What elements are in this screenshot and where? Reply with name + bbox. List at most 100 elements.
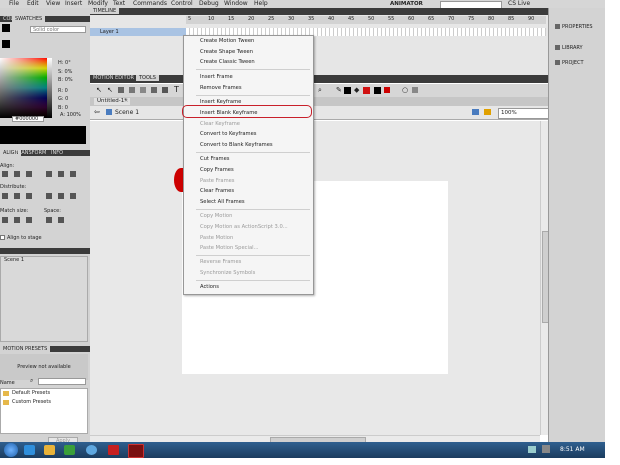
- swap-colors-icon[interactable]: [384, 87, 390, 93]
- tab-tools[interactable]: TOOLS: [136, 75, 159, 81]
- layer-name[interactable]: Layer 1: [100, 29, 119, 35]
- edit-symbols-icon[interactable]: [484, 109, 491, 115]
- saturation-value[interactable]: S: 0%: [58, 68, 73, 77]
- workspace-switcher[interactable]: ANIMATOR: [390, 0, 423, 8]
- tab-transform[interactable]: TRANSFORM: [12, 150, 49, 156]
- flash-icon[interactable]: [128, 444, 144, 458]
- tab-timeline[interactable]: TIMELINE: [90, 8, 120, 14]
- menu-item-insert-frame[interactable]: Insert Frame: [200, 74, 233, 81]
- menu-item-remove-frames[interactable]: Remove Frames: [200, 85, 242, 92]
- brightness-slider[interactable]: [47, 58, 52, 118]
- align-right-icon[interactable]: [26, 171, 32, 177]
- cs-live-button[interactable]: CS Live: [508, 0, 530, 8]
- clock[interactable]: 8:51 AM: [560, 444, 585, 456]
- menu-item-convert-to-blank-keyframes[interactable]: Convert to Blank Keyframes: [200, 142, 273, 149]
- align-bottom-icon[interactable]: [70, 171, 76, 177]
- library-button[interactable]: LIBRARY: [555, 44, 583, 52]
- tab-motion-presets[interactable]: MOTION PRESETS: [0, 346, 51, 352]
- subselection-tool-icon[interactable]: ↖: [107, 87, 113, 94]
- horizontal-scrollbar[interactable]: [90, 435, 540, 443]
- explorer-icon[interactable]: [44, 445, 55, 455]
- tab-motion-editor[interactable]: MOTION EDITOR: [90, 75, 137, 81]
- smooth-icon[interactable]: [412, 87, 418, 93]
- distribute-vcenter-icon[interactable]: [14, 193, 20, 199]
- menu-debug[interactable]: Debug: [199, 0, 219, 8]
- deco-tool-icon[interactable]: [162, 87, 168, 93]
- distribute-top-icon[interactable]: [2, 193, 8, 199]
- menu-item-select-all-frames[interactable]: Select All Frames: [200, 199, 245, 206]
- black-white-icon[interactable]: [374, 87, 381, 94]
- menu-edit[interactable]: Edit: [27, 0, 39, 8]
- brightness-value[interactable]: B: 0%: [58, 76, 73, 85]
- hex-input[interactable]: #000000: [12, 116, 44, 122]
- distribute-right-icon[interactable]: [70, 193, 76, 199]
- space-horizontal-icon[interactable]: [58, 217, 64, 223]
- space-vertical-icon[interactable]: [46, 217, 52, 223]
- match-both-icon[interactable]: [26, 217, 32, 223]
- start-button[interactable]: [4, 443, 18, 457]
- menu-item-copy-frames[interactable]: Copy Frames: [200, 167, 234, 174]
- snap-magnet-icon[interactable]: ○: [402, 87, 408, 94]
- edit-scene-icon[interactable]: [472, 109, 479, 115]
- menu-view[interactable]: View: [46, 0, 60, 8]
- align-top-icon[interactable]: [46, 171, 52, 177]
- project-button[interactable]: PROJECT: [555, 59, 584, 67]
- 3d-rotation-icon[interactable]: [129, 87, 135, 93]
- preset-search-input[interactable]: [38, 378, 86, 385]
- menu-item-clear-frames[interactable]: Clear Frames: [200, 188, 234, 195]
- menu-item-cut-frames[interactable]: Cut Frames: [200, 156, 229, 163]
- layer-row[interactable]: Layer 1: [90, 28, 186, 36]
- properties-button[interactable]: PROPERTIES: [555, 23, 593, 31]
- tab-info[interactable]: INFO: [48, 150, 66, 156]
- distribute-hcenter-icon[interactable]: [58, 193, 64, 199]
- green-value[interactable]: G: 0: [58, 95, 73, 104]
- media-player-icon[interactable]: [64, 445, 75, 455]
- vertical-scrollbar[interactable]: [540, 121, 549, 435]
- blue-value[interactable]: B: 0: [58, 104, 73, 113]
- menu-commands[interactable]: Commands: [133, 0, 167, 8]
- distribute-bottom-icon[interactable]: [26, 193, 32, 199]
- stroke-pencil-icon[interactable]: ✎: [336, 87, 342, 94]
- tray-icon[interactable]: [528, 446, 536, 453]
- red-value[interactable]: R: 0: [58, 87, 73, 96]
- menu-item-create-classic-tween[interactable]: Create Classic Tween: [200, 59, 255, 66]
- align-to-stage-checkbox[interactable]: [0, 235, 5, 240]
- menu-insert[interactable]: Insert: [65, 0, 82, 8]
- match-width-icon[interactable]: [2, 217, 8, 223]
- fill-type-select[interactable]: Solid color: [30, 26, 86, 33]
- fill-color-button[interactable]: [363, 87, 370, 94]
- back-arrow-icon[interactable]: ⇦: [94, 109, 100, 116]
- align-center-icon[interactable]: [14, 171, 20, 177]
- align-middle-icon[interactable]: [58, 171, 64, 177]
- list-item[interactable]: Default Presets: [12, 390, 50, 396]
- stroke-color-swatch[interactable]: [2, 24, 10, 32]
- zoom-select[interactable]: 100%: [498, 108, 550, 119]
- menu-window[interactable]: Window: [224, 0, 248, 8]
- text-tool-icon[interactable]: T: [174, 86, 180, 94]
- tab-swatches[interactable]: SWATCHES: [12, 16, 46, 22]
- distribute-left-icon[interactable]: [46, 193, 52, 199]
- menu-text[interactable]: Text: [113, 0, 125, 8]
- menu-modify[interactable]: Modify: [88, 0, 108, 8]
- menu-control[interactable]: Control: [171, 0, 193, 8]
- align-left-icon[interactable]: [2, 171, 8, 177]
- menu-item-create-shape-tween[interactable]: Create Shape Tween: [200, 49, 253, 56]
- menu-item-create-motion-tween[interactable]: Create Motion Tween: [200, 38, 254, 45]
- pen-tool-icon[interactable]: [151, 87, 157, 93]
- ie-icon[interactable]: [24, 445, 35, 455]
- selection-tool-icon[interactable]: ↖: [96, 87, 102, 94]
- menu-item-convert-to-keyframes[interactable]: Convert to Keyframes: [200, 131, 257, 138]
- color-picker-field[interactable]: [0, 58, 47, 118]
- fill-color-swatch[interactable]: [2, 40, 10, 48]
- menu-help[interactable]: Help: [254, 0, 268, 8]
- zoom-tool-icon[interactable]: ⌕: [318, 87, 324, 94]
- list-item[interactable]: Scene 1: [1, 257, 87, 263]
- fill-bucket-icon[interactable]: ◆: [354, 87, 360, 94]
- frame-ruler[interactable]: 5 10 15 20 25 30 35 40 45 50 55 60 65 70…: [186, 16, 546, 24]
- volume-icon[interactable]: [542, 445, 550, 453]
- chrome-icon[interactable]: [86, 445, 97, 455]
- list-item[interactable]: Custom Presets: [12, 399, 51, 405]
- alpha-value[interactable]: A: 100%: [60, 112, 81, 118]
- acrobat-icon[interactable]: [108, 445, 119, 455]
- scene-breadcrumb[interactable]: Scene 1: [115, 109, 139, 116]
